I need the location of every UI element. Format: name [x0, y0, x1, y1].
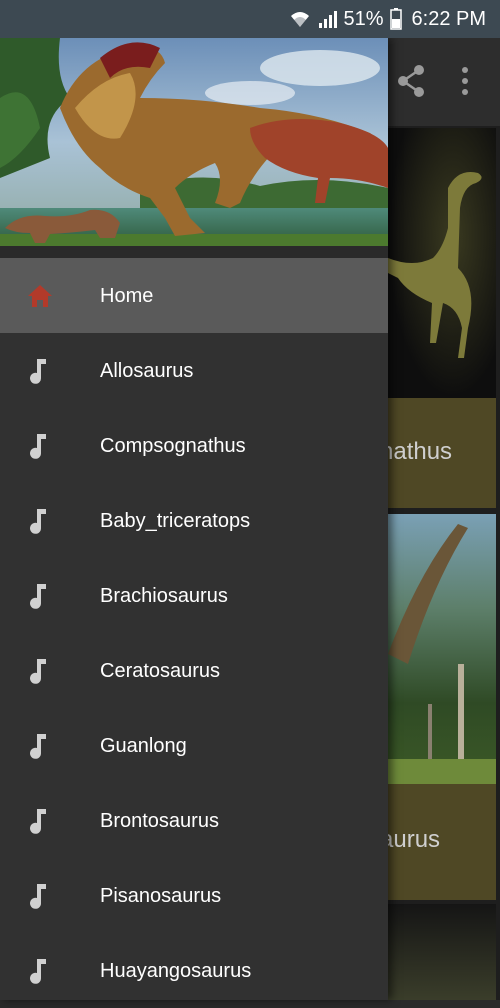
drawer-item-label: Home	[100, 285, 154, 307]
drawer-item-label: Guanlong	[100, 735, 187, 757]
music-note-icon	[26, 957, 54, 985]
drawer-item-home[interactable]: Home	[0, 258, 388, 333]
card-caption: nathus	[388, 398, 496, 508]
home-icon	[26, 282, 54, 310]
drawer-item-label: Baby_triceratops	[100, 510, 251, 532]
drawer-header-image	[0, 38, 388, 246]
drawer-item-label: Brachiosaurus	[100, 585, 228, 607]
music-note-icon	[26, 507, 54, 535]
dinosaur-card[interactable]: aurus	[388, 514, 496, 900]
drawer-item-brachiosaurus[interactable]: Brachiosaurus	[0, 558, 388, 633]
drawer-item-brontosaurus[interactable]: Brontosaurus	[0, 783, 388, 858]
battery-percent: 51%	[343, 7, 384, 30]
card-caption: aurus	[388, 784, 496, 900]
dinosaur-image	[388, 904, 496, 1000]
drawer-item-label: Brontosaurus	[100, 810, 219, 832]
share-icon[interactable]	[396, 64, 426, 103]
signal-icon	[317, 9, 338, 29]
drawer-item-compsognathus[interactable]: Compsognathus	[0, 408, 388, 483]
brachiosaurus-image	[388, 514, 496, 784]
drawer-menu: Home Allosaurus Compsognathus Baby_trice…	[0, 258, 388, 1008]
drawer-item-ceratosaurus[interactable]: Ceratosaurus	[0, 633, 388, 708]
drawer-item-label: Compsognathus	[100, 435, 246, 457]
drawer-item-label: Ceratosaurus	[100, 660, 221, 682]
compsognathus-image	[388, 128, 496, 398]
music-note-icon	[26, 882, 54, 910]
music-note-icon	[26, 432, 54, 460]
music-note-icon	[26, 357, 54, 385]
wifi-icon	[289, 9, 311, 29]
drawer-item-baby-triceratops[interactable]: Baby_triceratops	[0, 483, 388, 558]
dinosaur-card[interactable]	[388, 904, 496, 1000]
drawer-item-label: Allosaurus	[100, 360, 194, 382]
drawer-item-allosaurus[interactable]: Allosaurus	[0, 333, 388, 408]
drawer-item-label: Huayangosaurus	[100, 960, 252, 982]
drawer-item-guanlong[interactable]: Guanlong	[0, 708, 388, 783]
music-note-icon	[26, 582, 54, 610]
music-note-icon	[26, 807, 54, 835]
status-time: 6:22 PM	[411, 7, 486, 30]
drawer-item-label: Pisanosaurus	[100, 885, 222, 907]
status-bar: 51% 6:22 PM	[0, 0, 500, 38]
navigation-drawer: Home Allosaurus Compsognathus Baby_trice…	[0, 38, 388, 1000]
drawer-header-divider	[0, 246, 388, 258]
drawer-item-huayangosaurus[interactable]: Huayangosaurus	[0, 933, 388, 1008]
battery-icon	[389, 8, 402, 30]
more-vert-icon[interactable]	[460, 64, 470, 103]
music-note-icon	[26, 732, 54, 760]
music-note-icon	[26, 657, 54, 685]
drawer-item-pisanosaurus[interactable]: Pisanosaurus	[0, 858, 388, 933]
dinosaur-card[interactable]: nathus	[388, 128, 496, 508]
